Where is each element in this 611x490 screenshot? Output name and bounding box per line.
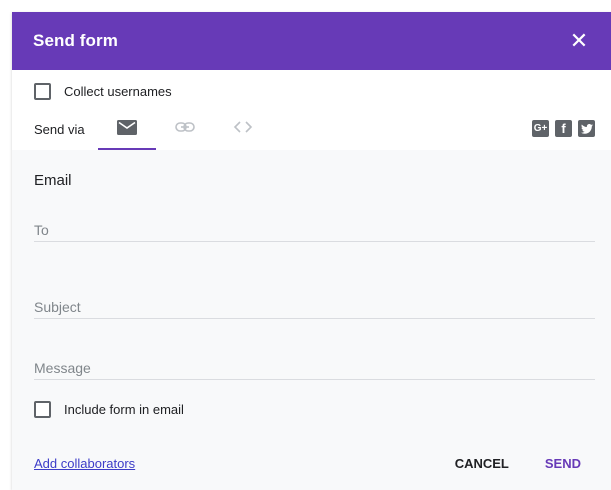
send-form-dialog: Send form ✕ Collect usernames Send via G…	[12, 12, 611, 490]
subject-field	[34, 289, 595, 319]
envelope-icon	[117, 120, 137, 135]
twitter-bird-icon	[580, 123, 593, 134]
social-share-group: G+ f	[532, 120, 595, 137]
to-input[interactable]	[34, 212, 595, 241]
twitter-icon[interactable]	[578, 120, 595, 137]
include-form-checkbox[interactable]	[34, 401, 51, 418]
message-field	[34, 350, 595, 380]
collect-usernames-label: Collect usernames	[64, 84, 172, 99]
email-section: Email Include form in email Add collabor…	[12, 150, 611, 490]
add-collaborators-link[interactable]: Add collaborators	[34, 456, 135, 471]
send-options: Collect usernames Send via G+ f	[12, 70, 611, 150]
tab-embed[interactable]	[214, 116, 272, 148]
include-form-label: Include form in email	[64, 402, 184, 417]
message-input[interactable]	[34, 350, 595, 379]
send-button[interactable]: SEND	[545, 456, 581, 471]
send-via-label: Send via	[34, 122, 85, 137]
close-icon[interactable]: ✕	[569, 30, 589, 52]
include-form-option[interactable]: Include form in email	[34, 401, 184, 418]
subject-input[interactable]	[34, 289, 595, 318]
tab-email[interactable]	[98, 116, 156, 150]
google-plus-icon[interactable]: G+	[532, 120, 549, 137]
to-field	[34, 212, 595, 242]
collect-usernames-checkbox[interactable]	[34, 83, 51, 100]
tab-link[interactable]	[156, 116, 214, 148]
dialog-footer: Add collaborators CANCEL SEND	[34, 456, 581, 471]
link-icon	[175, 122, 195, 132]
collect-usernames-option[interactable]: Collect usernames	[34, 83, 172, 100]
send-via-row: Send via G+ f	[34, 116, 595, 150]
dialog-header: Send form ✕	[12, 12, 611, 70]
facebook-icon[interactable]: f	[555, 120, 572, 137]
code-icon	[233, 121, 253, 133]
cancel-button[interactable]: CANCEL	[455, 456, 509, 471]
email-section-title: Email	[34, 172, 72, 189]
dialog-title: Send form	[33, 31, 118, 50]
